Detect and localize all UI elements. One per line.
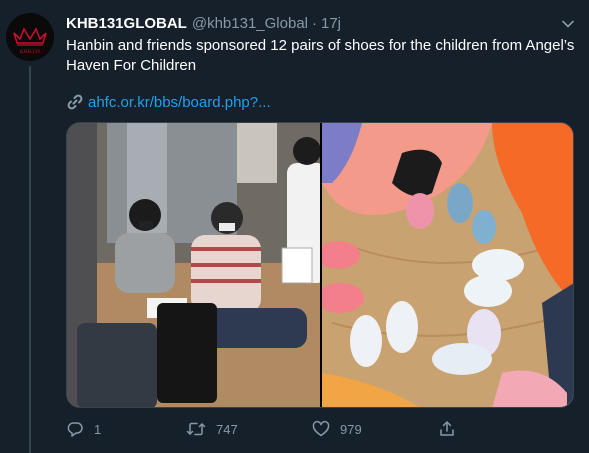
avatar-logo-text: KHB·131 xyxy=(19,49,41,55)
retweet-icon xyxy=(186,422,206,436)
photo-shoes-image xyxy=(322,123,573,407)
tweet-link[interactable]: ahfc.or.kr/bbs/board.php?... xyxy=(66,91,271,113)
share-icon xyxy=(440,421,454,436)
like-button[interactable]: 979 xyxy=(312,417,362,441)
tweet-actions: 1 747 979 xyxy=(66,417,486,441)
tweet[interactable]: KHB·131 KHB131GLOBAL @khb131_Global · 17… xyxy=(0,0,589,453)
photo-right[interactable] xyxy=(322,123,573,407)
display-name[interactable]: KHB131GLOBAL xyxy=(66,15,187,32)
reply-count: 1 xyxy=(94,421,102,437)
avatar-logo: KHB·131 xyxy=(6,13,54,61)
link-icon xyxy=(67,94,83,110)
photo-people-image xyxy=(67,123,320,407)
chevron-down-icon xyxy=(562,20,574,28)
reply-button[interactable]: 1 xyxy=(66,417,101,441)
avatar[interactable]: KHB·131 xyxy=(6,13,54,61)
media-grid[interactable] xyxy=(66,122,574,408)
more-options-button[interactable] xyxy=(558,14,578,34)
reply-icon xyxy=(67,422,83,437)
heart-icon xyxy=(312,420,330,437)
timestamp[interactable]: 17j xyxy=(321,15,341,32)
thread-line xyxy=(29,66,31,453)
user-handle[interactable]: @khb131_Global xyxy=(192,15,308,32)
link-text[interactable]: ahfc.or.kr/bbs/board.php?... xyxy=(88,94,271,111)
retweet-count: 747 xyxy=(216,421,238,437)
tweet-text: Hanbin and friends sponsored 12 pairs of… xyxy=(66,37,575,74)
share-button[interactable] xyxy=(438,417,456,441)
retweet-button[interactable]: 747 xyxy=(186,417,238,441)
tweet-header: KHB131GLOBAL @khb131_Global · 17j xyxy=(66,13,341,33)
like-count: 979 xyxy=(340,421,362,437)
separator-dot: · xyxy=(312,14,317,32)
photo-left[interactable] xyxy=(67,123,320,407)
